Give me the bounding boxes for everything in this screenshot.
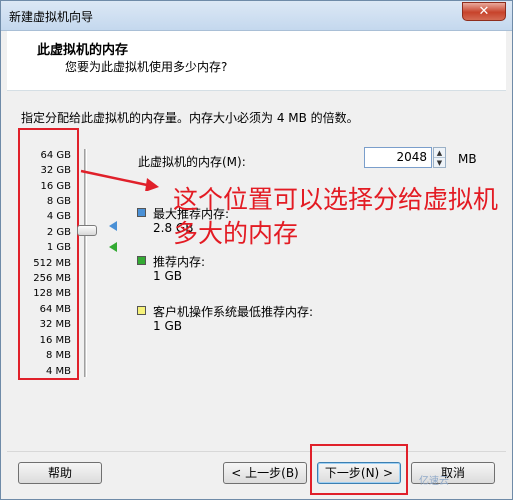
page-subtitle: 您要为此虚拟机使用多少内存? [65, 60, 228, 74]
close-button[interactable]: ✕ [462, 2, 506, 21]
scale-label: 256 MB [33, 273, 71, 284]
back-button[interactable]: < 上一步(B) [223, 462, 307, 484]
watermark: 亿速云 [419, 476, 449, 487]
annotation-text: 这个位置可以选择分给虚拟机多大的内存 [173, 185, 499, 248]
instruction-text: 指定分配给此虚拟机的内存量。内存大小必须为 4 MB 的倍数。 [21, 111, 359, 125]
legend-title: 推荐内存: [153, 255, 206, 269]
scale-label: 512 MB [33, 258, 71, 269]
memory-input[interactable]: 2048 [364, 147, 432, 168]
footer-divider [7, 451, 506, 452]
memory-spinner[interactable]: ▲ ▼ [433, 147, 446, 168]
page-title: 此虚拟机的内存 [37, 43, 129, 58]
window-title: 新建虚拟机向导 [9, 10, 94, 24]
close-icon: ✕ [478, 4, 490, 19]
scale-label: 4 MB [45, 366, 71, 377]
legend-value: 1 GB [153, 319, 182, 333]
scale-label: 16 MB [39, 335, 71, 346]
scale-label: 2 GB [46, 227, 71, 238]
title-bar[interactable]: 新建虚拟机向导 ✕ [1, 1, 512, 31]
memory-unit: MB [458, 152, 477, 166]
memory-slider-thumb[interactable] [77, 225, 97, 236]
annotation-arrow-icon [80, 169, 159, 191]
green-square-icon [137, 256, 146, 265]
memory-settings-panel: 指定分配给此虚拟机的内存量。内存大小必须为 4 MB 的倍数。 64 GB 32… [7, 91, 506, 451]
spin-up-icon[interactable]: ▲ [434, 148, 445, 158]
scale-label: 8 MB [45, 350, 71, 361]
scale-label: 8 GB [46, 196, 71, 207]
scale-label: 4 GB [46, 211, 71, 222]
help-button[interactable]: 帮助 [18, 462, 102, 484]
scale-label: 64 MB [39, 304, 71, 315]
legend-title: 客户机操作系统最低推荐内存: [153, 305, 314, 319]
scale-label: 64 GB [40, 150, 71, 161]
scale-label: 16 GB [40, 181, 71, 192]
blue-square-icon [137, 208, 146, 217]
wizard-window: 新建虚拟机向导 ✕ 此虚拟机的内存 您要为此虚拟机使用多少内存? 指定分配给此虚… [0, 0, 513, 500]
yellow-square-icon [137, 306, 146, 315]
scale-label: 1 GB [46, 242, 71, 253]
next-button-highlight [310, 444, 408, 495]
header-panel: 此虚拟机的内存 您要为此虚拟机使用多少内存? [7, 31, 506, 91]
max-recommended-marker-icon [109, 221, 117, 231]
scale-label: 128 MB [33, 288, 71, 299]
recommended-marker-icon [109, 242, 117, 252]
scale-label: 32 MB [39, 319, 71, 330]
scale-label: 32 GB [40, 165, 71, 176]
spin-down-icon[interactable]: ▼ [434, 158, 445, 168]
legend-value: 1 GB [153, 269, 182, 283]
